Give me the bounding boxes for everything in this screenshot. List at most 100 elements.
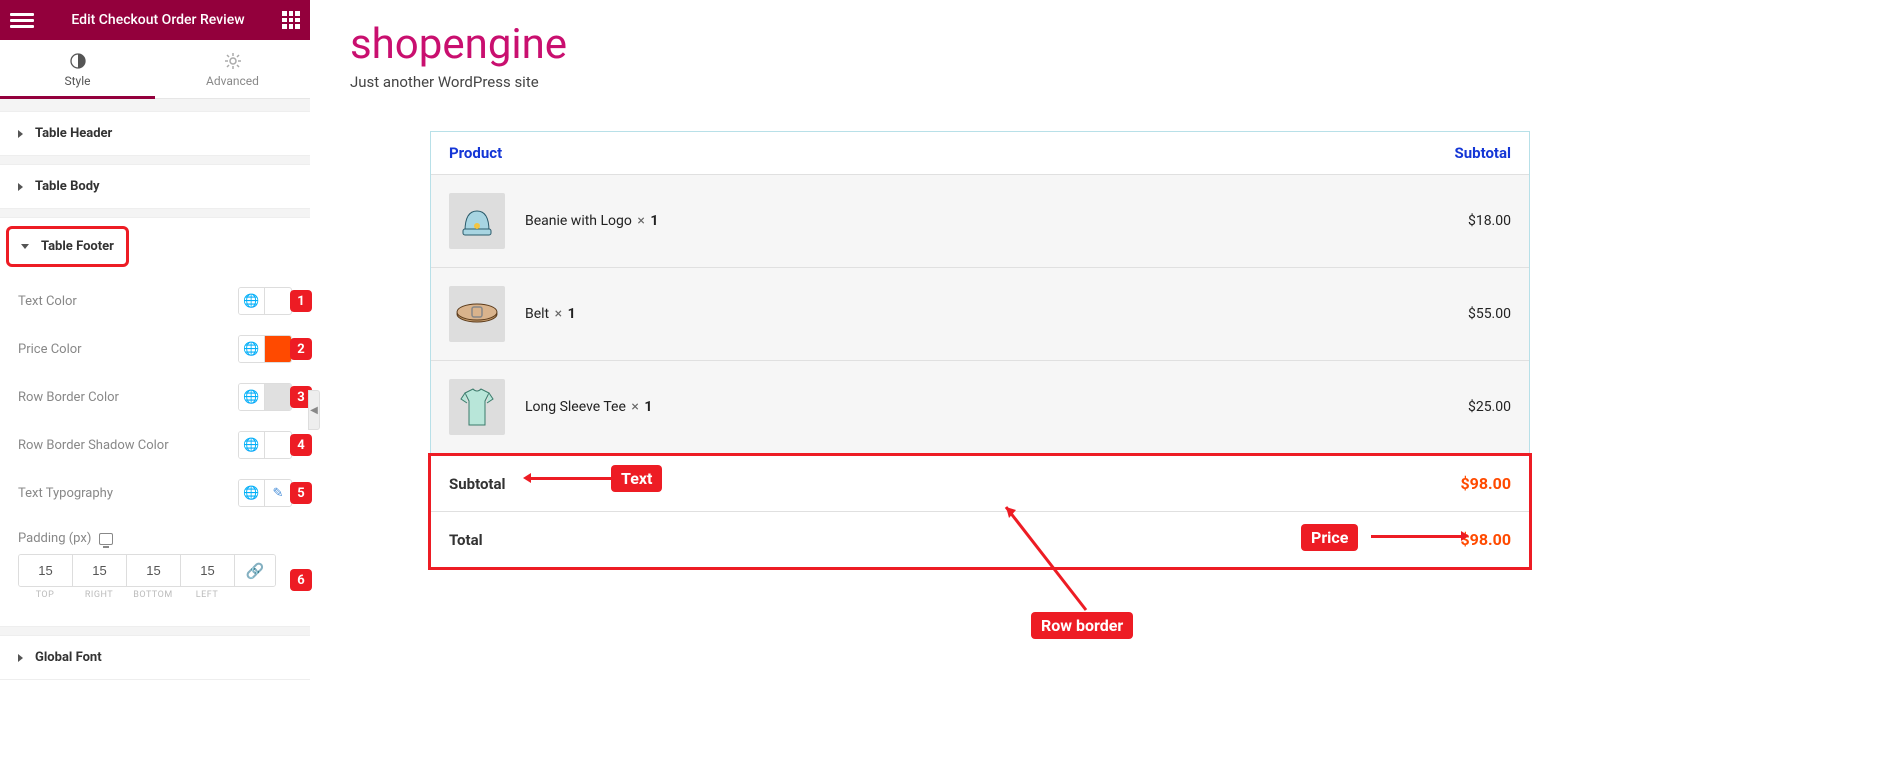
sidebar-header: Edit Checkout Order Review	[0, 0, 310, 40]
tab-advanced-label: Advanced	[155, 74, 310, 88]
caret-down-icon	[21, 244, 29, 249]
label-price-color: Price Color	[18, 342, 82, 357]
editor-sidebar: Edit Checkout Order Review Style Advance…	[0, 0, 310, 761]
annotation-badge-2: 2	[290, 338, 312, 360]
section-table-header: Table Header	[0, 111, 310, 156]
global-typography-button[interactable]: 🌐	[239, 480, 265, 506]
caret-right-icon	[18, 654, 23, 662]
section-header-global-font[interactable]: Global Font	[0, 636, 310, 679]
table-row: Belt × 1 $55.00	[431, 267, 1529, 360]
row-price: $25.00	[1468, 399, 1511, 415]
tab-style[interactable]: Style	[0, 40, 155, 98]
annotation-badge-5: 5	[290, 482, 312, 504]
section-table-body: Table Body	[0, 164, 310, 209]
row-border-color-swatch[interactable]	[265, 384, 291, 410]
arrow-to-subtotal-label	[531, 477, 611, 480]
sublabel-left: LEFT	[180, 590, 234, 600]
subtotal-price: $98.00	[1460, 474, 1511, 493]
table-row: Beanie with Logo × 1 $18.00	[431, 174, 1529, 267]
product-thumb	[449, 379, 505, 435]
padding-top-input[interactable]	[19, 555, 73, 586]
sublabel-right: RIGHT	[72, 590, 126, 600]
padding-left-input[interactable]	[181, 555, 235, 586]
control-sections: Table Header Table Body Table Footer	[0, 99, 310, 680]
control-text-typography: Text Typography 🌐 ✎ 5	[18, 469, 292, 517]
product-name: Beanie with Logo × 1	[525, 213, 658, 229]
text-color-swatch[interactable]	[265, 288, 291, 314]
section-header-table-body[interactable]: Table Body	[0, 165, 310, 208]
global-color-button[interactable]: 🌐	[239, 336, 265, 362]
annotation-badge-6: 6	[290, 569, 312, 591]
sublabel-bottom: BOTTOM	[126, 590, 180, 600]
sidebar-collapse-button[interactable]: ◀	[308, 390, 320, 430]
row-shadow-swatch[interactable]	[265, 432, 291, 458]
padding-bottom-input[interactable]	[127, 555, 181, 586]
control-padding: Padding (px) 🔗 TOP	[18, 521, 292, 610]
panel-tabs: Style Advanced	[0, 40, 310, 99]
section-title: Global Font	[35, 650, 102, 665]
product-thumb	[449, 286, 505, 342]
total-label: Total	[449, 531, 483, 549]
table-row: Long Sleeve Tee × 1 $25.00	[431, 360, 1529, 453]
section-table-footer: Table Footer Text Color 🌐 1 Price Color	[0, 217, 310, 627]
head-subtotal: Subtotal	[1455, 144, 1512, 162]
site-title: shopengine	[350, 20, 1842, 69]
section-title: Table Header	[35, 126, 112, 141]
caret-right-icon	[18, 183, 23, 191]
head-product: Product	[449, 144, 502, 162]
section-header-table-footer[interactable]: Table Footer	[9, 229, 126, 264]
section-body-table-footer: Text Color 🌐 1 Price Color 🌐 2	[0, 267, 310, 614]
price-color-swatch[interactable]	[265, 336, 291, 362]
table-footer-highlight: Subtotal $98.00 Total $98.00	[428, 453, 1532, 570]
link-values-button[interactable]: 🔗	[235, 555, 275, 586]
sublabel-top: TOP	[18, 590, 72, 600]
subtotal-label: Subtotal	[449, 475, 506, 493]
section-header-table-header[interactable]: Table Header	[0, 112, 310, 155]
responsive-desktop-icon[interactable]	[99, 533, 113, 545]
footer-row-total: Total $98.00	[431, 511, 1529, 567]
order-review-table: Product Subtotal Beanie with Logo × 1 $1…	[430, 131, 1530, 568]
global-color-button[interactable]: 🌐	[239, 384, 265, 410]
tab-advanced[interactable]: Advanced	[155, 40, 310, 98]
apps-grid-icon[interactable]	[282, 11, 300, 29]
global-color-button[interactable]: 🌐	[239, 432, 265, 458]
row-price: $55.00	[1468, 306, 1511, 322]
global-color-button[interactable]: 🌐	[239, 288, 265, 314]
section-global-font: Global Font	[0, 635, 310, 680]
product-name: Long Sleeve Tee × 1	[525, 399, 652, 415]
section-title: Table Footer	[41, 239, 114, 254]
highlight-table-footer: Table Footer	[6, 226, 129, 267]
label-padding: Padding (px)	[18, 531, 91, 546]
control-row-border-color: Row Border Color 🌐 3	[18, 373, 292, 421]
footer-row-subtotal: Subtotal $98.00	[431, 456, 1529, 511]
section-title: Table Body	[35, 179, 100, 194]
annotation-price: Price	[1301, 524, 1358, 551]
label-text-typography: Text Typography	[18, 486, 113, 501]
arrow-to-total-price	[1371, 535, 1461, 538]
product-name: Belt × 1	[525, 306, 576, 322]
site-tagline: Just another WordPress site	[350, 73, 1842, 91]
edit-typography-button[interactable]: ✎	[265, 480, 291, 506]
table-head-row: Product Subtotal	[431, 132, 1529, 174]
menu-icon[interactable]	[10, 8, 34, 32]
annotation-text: Text	[611, 465, 662, 492]
tab-style-label: Style	[0, 74, 155, 88]
gear-icon	[224, 52, 242, 70]
annotation-badge-4: 4	[290, 434, 312, 456]
label-row-border-color: Row Border Color	[18, 390, 119, 405]
label-text-color: Text Color	[18, 294, 77, 309]
preview-canvas: shopengine Just another WordPress site P…	[310, 0, 1882, 588]
row-price: $18.00	[1468, 213, 1511, 229]
half-circle-icon	[69, 52, 87, 70]
caret-right-icon	[18, 130, 23, 138]
annotation-badge-1: 1	[290, 290, 312, 312]
table-body: Beanie with Logo × 1 $18.00 Belt × 1 $55…	[431, 174, 1529, 453]
header-title: Edit Checkout Order Review	[34, 12, 282, 28]
control-row-border-shadow: Row Border Shadow Color 🌐 4	[18, 421, 292, 469]
padding-right-input[interactable]	[73, 555, 127, 586]
arrow-to-row-border	[991, 502, 1111, 617]
product-thumb	[449, 193, 505, 249]
control-text-color: Text Color 🌐 1	[18, 277, 292, 325]
control-price-color: Price Color 🌐 2	[18, 325, 292, 373]
label-row-border-shadow: Row Border Shadow Color	[18, 438, 169, 453]
